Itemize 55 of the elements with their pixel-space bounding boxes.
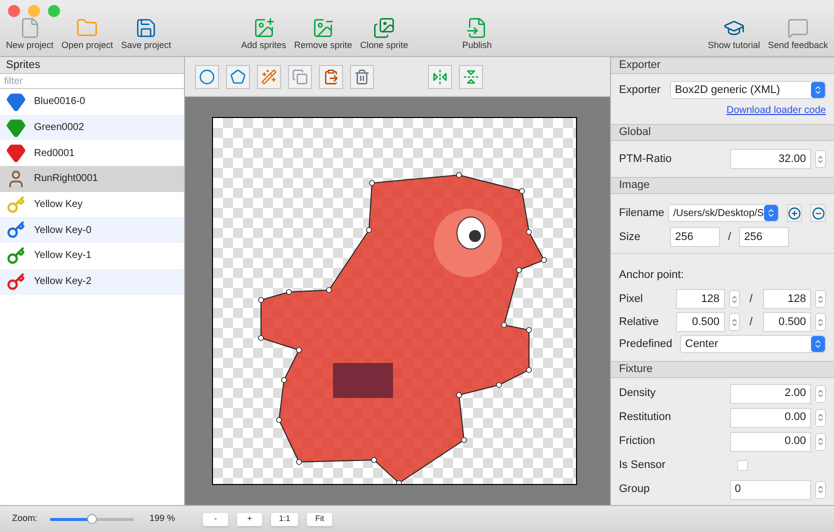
field-label: Relative <box>619 314 660 330</box>
number-field[interactable]: 2.00 <box>730 384 811 404</box>
zoom-button[interactable]: 1:1 <box>271 512 298 526</box>
field-label: Density <box>619 386 657 402</box>
field-label: Restitution <box>619 410 672 426</box>
number-field[interactable]: 0.00 <box>730 408 811 428</box>
field-label: Filename <box>619 206 664 221</box>
dropdown[interactable]: Box2D generic (XML) <box>670 81 826 99</box>
toolbar-button[interactable]: Clone sprite <box>358 17 410 52</box>
field-label: Exporter <box>619 82 662 98</box>
field-label: Predefined <box>619 336 674 352</box>
toolbar-button[interactable]: Send feedback <box>766 17 830 52</box>
field-label: Pixel <box>619 292 644 307</box>
toolbar-button[interactable]: Remove sprite <box>292 17 354 52</box>
separator: / <box>748 314 754 330</box>
number-field[interactable]: 128 <box>676 289 725 309</box>
number-field[interactable]: 0.500 <box>676 312 725 332</box>
section-header: Global <box>611 124 834 141</box>
separator: / <box>748 292 754 307</box>
number-field[interactable]: 0.500 <box>762 312 812 332</box>
section-header: Fixture <box>611 361 834 378</box>
toolbar-button[interactable]: Save project <box>119 17 174 52</box>
panel-header: Sprites <box>0 57 184 74</box>
section-header: Image <box>611 177 834 194</box>
number-field[interactable]: 0 <box>730 480 811 500</box>
toolbar-button[interactable]: New project <box>4 17 56 52</box>
toolbar-button[interactable]: Add sprites <box>239 17 288 52</box>
number-field[interactable]: 32.00 <box>730 149 811 169</box>
zoom-button[interactable]: Fit <box>307 512 332 526</box>
section-label: Anchor point: <box>619 269 684 281</box>
dropdown[interactable]: /Users/sk/Desktop/S <box>668 204 779 222</box>
toolbar-button[interactable]: Open project <box>60 17 116 52</box>
separator: / <box>727 230 732 245</box>
zoom-button[interactable]: + <box>237 512 262 526</box>
number-field[interactable]: 128 <box>762 289 812 309</box>
section-header: Exporter <box>611 57 834 74</box>
field-label: Size <box>619 230 642 245</box>
sprite-list-item[interactable]: Yellow Key-0 <box>0 217 184 244</box>
field-label: Is Sensor <box>619 458 666 474</box>
sprite-list-item[interactable]: Yellow Key-2 <box>0 268 184 294</box>
number-field[interactable]: 256 <box>739 227 790 247</box>
field-label: Friction <box>619 434 656 450</box>
toolbar-button[interactable]: Publish <box>460 17 494 52</box>
zoom-label: Zoom: <box>12 512 38 526</box>
toolbar-button[interactable]: Show tutorial <box>706 17 762 52</box>
sprite-list-item[interactable]: RunRight0001 <box>0 166 184 192</box>
zoom-reading: 199 % <box>150 512 176 526</box>
dropdown[interactable]: Center <box>680 335 826 353</box>
field-label: Group <box>619 482 651 498</box>
number-field[interactable]: 0.00 <box>730 432 811 452</box>
field-label: PTM-Ratio <box>619 152 673 167</box>
download-link[interactable]: Download loader code <box>726 103 826 118</box>
zoom-button[interactable]: - <box>203 512 228 526</box>
sprite-list-item[interactable]: Green0002 <box>0 114 184 140</box>
number-field[interactable]: 256 <box>670 227 720 247</box>
